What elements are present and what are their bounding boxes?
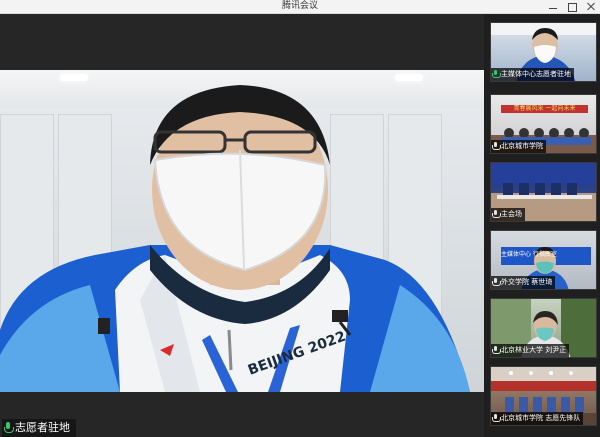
speaker-name-label: 志愿者驻地 xyxy=(2,419,76,437)
maximize-icon[interactable] xyxy=(567,2,577,12)
event-banner: 青春展风采 一起向未来 xyxy=(501,105,588,113)
mic-muted-icon xyxy=(492,142,501,151)
participant-label: 外交学院 蔡世琦 xyxy=(491,276,556,289)
minimize-icon[interactable] xyxy=(548,2,558,12)
title-bar: 腾讯会议 xyxy=(0,0,600,14)
participant-name: 北京城市学院 xyxy=(501,142,543,150)
participant-label: 主会场 xyxy=(491,208,525,221)
participant-label: 主媒体中心志愿者驻地 xyxy=(491,68,574,81)
participant-tile[interactable]: 青春展风采 一起向未来 北京城市学院 xyxy=(490,94,597,154)
screen-text: 主媒体中心 行指挥室 xyxy=(501,251,557,258)
mic-icon xyxy=(492,70,501,79)
participant-name: 北京林业大学 刘尹正 xyxy=(501,346,567,354)
participant-name: 主会场 xyxy=(501,210,522,218)
participant-name: 主媒体中心志愿者驻地 xyxy=(501,70,571,78)
participant-tile[interactable]: 主会场 xyxy=(490,162,597,222)
window-controls xyxy=(548,0,596,13)
participant-tile[interactable]: 北京林业大学 刘尹正 xyxy=(490,298,597,358)
mic-muted-icon xyxy=(492,210,501,219)
participant-tile[interactable]: 主媒体中心志愿者驻地 xyxy=(490,22,597,82)
mic-icon xyxy=(4,422,14,434)
participant-label: 北京城市学院 xyxy=(491,140,546,153)
participant-tile[interactable]: 北京城市学院 志愿先锋队 xyxy=(490,366,597,426)
participant-name: 外交学院 蔡世琦 xyxy=(501,278,553,286)
participant-tile[interactable]: 主媒体中心 行指挥室 外交学院 蔡世琦 xyxy=(490,230,597,290)
participant-label: 北京城市学院 志愿先锋队 xyxy=(491,412,584,425)
main-video-area: BEIJING 2022 志愿者驻地 xyxy=(0,14,484,437)
participant-name: 北京城市学院 志愿先锋队 xyxy=(501,414,581,422)
main-video-feed[interactable]: BEIJING 2022 xyxy=(0,70,484,392)
close-icon[interactable] xyxy=(586,2,596,12)
speaker-figure: BEIJING 2022 xyxy=(0,85,470,392)
mic-muted-icon xyxy=(492,278,501,287)
mic-muted-icon xyxy=(492,414,501,423)
participant-sidebar[interactable]: 主媒体中心志愿者驻地 青春展风采 一起向未来 北京城市学院 主会场 主媒体中心 … xyxy=(484,14,600,437)
speaker-name: 志愿者驻地 xyxy=(15,421,70,434)
participant-label: 北京林业大学 刘尹正 xyxy=(491,344,570,357)
mic-muted-icon xyxy=(492,346,501,355)
window-title: 腾讯会议 xyxy=(281,1,318,11)
